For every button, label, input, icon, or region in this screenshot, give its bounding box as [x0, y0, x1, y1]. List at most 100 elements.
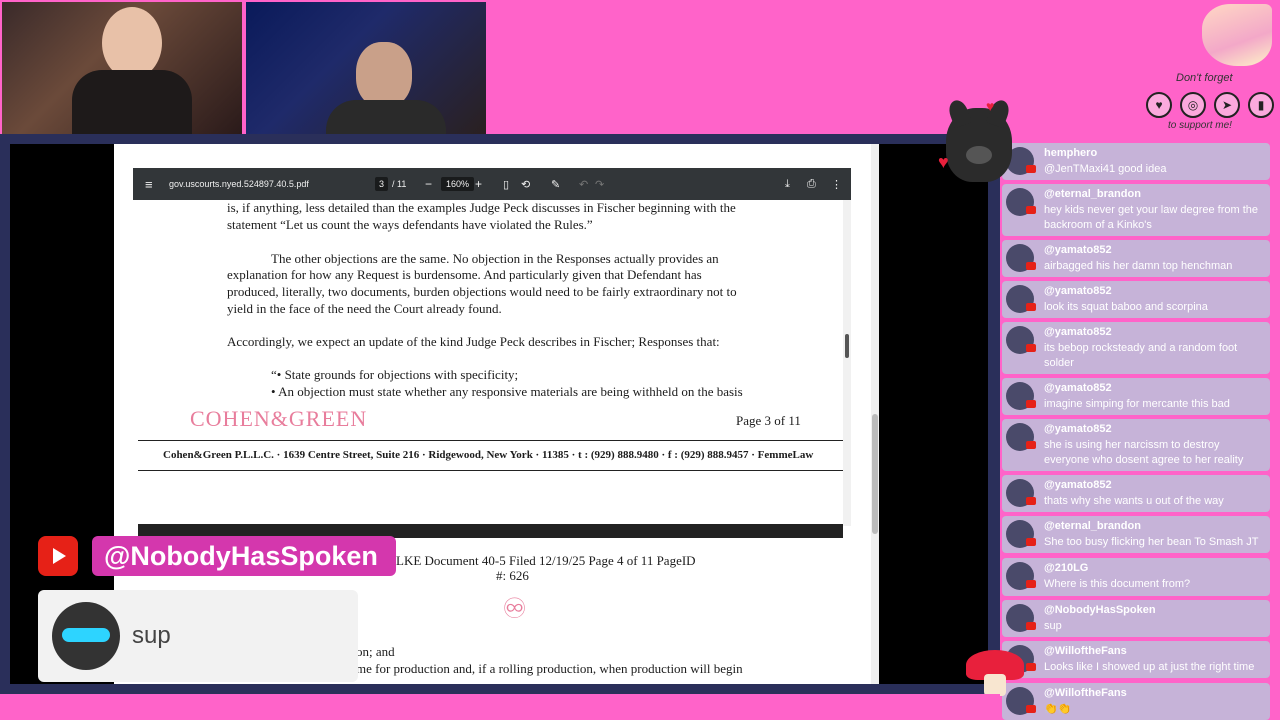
pdf-text-line: statement “Let us count the ways defenda… — [227, 217, 593, 232]
chat-username: @NobodyHasSpoken — [1044, 604, 1156, 616]
featured-message-text: sup — [132, 622, 171, 649]
chat-username: @eternal_brandon — [1044, 520, 1141, 532]
youtube-icon — [1026, 344, 1036, 352]
undo-icon[interactable]: ↶ — [579, 168, 588, 200]
youtube-icon — [1026, 262, 1036, 270]
youtube-icon — [1026, 206, 1036, 214]
zoom-out-icon[interactable]: − — [425, 168, 432, 200]
youtube-icon — [1026, 580, 1036, 588]
pdf-scroll-thumb[interactable] — [845, 334, 849, 358]
logo-mark-icon: ♾ — [502, 594, 528, 625]
pdf-text-line: “• State grounds for objections with spe… — [271, 367, 519, 382]
support-widget: Don't forget ♥ ◎ ➤ ▮ to support me! — [1140, 72, 1280, 134]
live-chat: hemphero @JenTMaxi41 good idea @eternal_br… — [1000, 143, 1280, 720]
footer-rule-bottom — [138, 470, 843, 471]
chat-text: hey kids never get your law degree from … — [1044, 204, 1259, 231]
chat-message: @yamato852 imagine simping for mercante t… — [1002, 378, 1270, 415]
featured-chat-message: sup — [38, 590, 358, 682]
chat-text: look its squat baboo and scorpina — [1044, 301, 1208, 313]
zoom-level[interactable]: 160% — [441, 177, 475, 191]
host-body — [72, 70, 192, 134]
pdf-page-3: is, if anything, less detailed than the … — [138, 200, 843, 526]
chat-username: @210LG — [1044, 562, 1089, 574]
page-label: Page 3 of 11 — [736, 413, 801, 428]
chat-message: @WilloftheFans Looks like I showed up at … — [1002, 641, 1270, 678]
page-number-input[interactable]: 3 — [375, 177, 389, 191]
avatar — [52, 602, 120, 670]
chat-message: @yamato852 its bebop rocksteady and a ran… — [1002, 322, 1270, 374]
chat-text: she is using her narcissm to destroy eve… — [1044, 439, 1244, 466]
channel-handle: @NobodyHasSpoken — [92, 536, 396, 576]
chat-message: @WilloftheFans 👏👏 — [1002, 683, 1270, 720]
heart-icon: ♥ — [938, 152, 949, 172]
youtube-icon — [1026, 705, 1036, 713]
next-page-line: me for production and, if a rolling prod… — [356, 661, 743, 676]
heart-icon: ♥ — [986, 98, 995, 114]
chat-username: @yamato852 — [1044, 423, 1112, 435]
chat-text: She too busy flicking her bean To Smash … — [1044, 536, 1259, 548]
chat-username: @yamato852 — [1044, 244, 1112, 256]
chat-message: @yamato852 she is using her narcissm to d… — [1002, 419, 1270, 471]
youtube-icon — [1026, 400, 1036, 408]
pdf-text-line: yield in the face of the need the Court … — [227, 301, 502, 316]
chat-username: @eternal_brandon — [1044, 188, 1141, 200]
chat-message: hemphero @JenTMaxi41 good idea — [1002, 143, 1270, 180]
chat-username: @yamato852 — [1044, 285, 1112, 297]
page-footer: Cohen&Green P.L.L.C. · 1639 Centre Stree… — [163, 449, 814, 461]
webcam-guest — [246, 2, 486, 134]
guest-body — [326, 100, 446, 134]
annotate-icon[interactable]: ✎ — [551, 168, 560, 200]
download-icon[interactable]: ⤓ — [785, 168, 790, 200]
fit-page-icon[interactable]: ▯ — [503, 168, 509, 200]
chat-text: airbagged his her damn top henchman — [1044, 260, 1233, 272]
browser-scroll-thumb[interactable] — [872, 414, 878, 534]
menu-icon[interactable]: ≡ — [145, 168, 153, 200]
pdf-text-line: Accordingly, we expect an update of the … — [227, 334, 720, 349]
pdf-toolbar: ≡ gov.uscourts.nyed.524897.40.5.pdf 3 / … — [133, 168, 851, 200]
chat-text: 👏👏 — [1044, 703, 1072, 715]
pdf-filename: gov.uscourts.nyed.524897.40.5.pdf — [169, 179, 309, 189]
footer-rule-top — [138, 440, 843, 441]
firm-logo: COHEN&GREEN — [190, 406, 368, 431]
chat-bubble-icon: ◎ — [1180, 92, 1206, 118]
next-page-header-id: #: 626 — [496, 568, 529, 583]
host-figure — [102, 7, 162, 79]
next-page-header: LKE Document 40-5 Filed 12/19/25 Page 4 … — [396, 553, 696, 568]
chat-message: @210LG Where is this document from? — [1002, 558, 1270, 596]
zoom-in-icon[interactable]: + — [475, 168, 482, 200]
support-text-bottom: to support me! — [1168, 120, 1232, 131]
print-icon[interactable]: ⎙ — [807, 168, 816, 200]
pdf-text-line: produced, literally, two documents, burd… — [227, 284, 737, 299]
chat-username: hemphero — [1044, 147, 1098, 159]
chat-username: @yamato852 — [1044, 326, 1112, 338]
chat-username: @WilloftheFans — [1044, 687, 1127, 699]
youtube-icon — [1026, 663, 1036, 671]
chat-message: @eternal_brandon She too busy flicking he… — [1002, 516, 1270, 553]
chat-username: @yamato852 — [1044, 382, 1112, 394]
youtube-icon — [38, 536, 78, 576]
youtube-icon — [1026, 538, 1036, 546]
chat-text: Looks like I showed up at just the right… — [1044, 661, 1255, 673]
pdf-text-line: is, if anything, less detailed than the … — [227, 200, 736, 215]
page-total: / 11 — [392, 179, 407, 189]
chat-message: @eternal_brandonhey kids never get your … — [1002, 184, 1270, 236]
pdf-scrollbar[interactable] — [843, 200, 851, 526]
pdf-text-line: explanation for how any Request is burde… — [227, 267, 702, 282]
chat-message: @yamato852 thats why she wants u out of t… — [1002, 475, 1270, 512]
redo-icon[interactable]: ↷ — [595, 168, 604, 200]
pdf-text-line: The other objections are the same. No ob… — [271, 251, 719, 266]
rotate-icon[interactable]: ⟲ — [521, 168, 530, 200]
bottom-bar — [0, 694, 1000, 720]
character-art — [1202, 4, 1272, 66]
more-options-icon[interactable]: ⋮ — [831, 168, 842, 200]
youtube-icon — [1026, 165, 1036, 173]
chat-text: thats why she wants u out of the way — [1044, 495, 1224, 507]
guest-figure — [356, 42, 412, 108]
next-page-line: on; and — [356, 644, 395, 659]
youtube-icon — [1026, 441, 1036, 449]
youtube-icon — [1026, 622, 1036, 630]
browser-scrollbar[interactable] — [871, 144, 879, 684]
heart-icon: ♥ — [1146, 92, 1172, 118]
chat-username: @yamato852 — [1044, 479, 1112, 491]
chat-message: @yamato852 airbagged his her damn top hen… — [1002, 240, 1270, 277]
